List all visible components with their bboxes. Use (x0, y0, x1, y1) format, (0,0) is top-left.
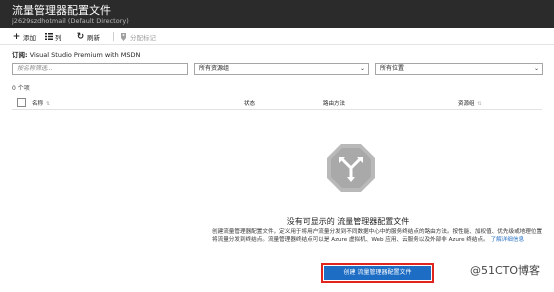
select-all-checkbox[interactable] (17, 98, 26, 107)
location-selected: 所有位置 (380, 65, 405, 72)
refresh-button[interactable]: ↻ 刷新 (76, 31, 100, 42)
refresh-button-label: 刷新 (87, 33, 100, 42)
page-title: 流量管理器配置文件 (12, 4, 111, 17)
chevron-down-icon: ⌄ (359, 65, 365, 72)
assign-tags-button-label: 分配标记 (130, 33, 156, 42)
subscription-value: Visual Studio Premium with MSDN (29, 51, 141, 59)
subscription-line: 订阅: Visual Studio Premium with MSDN (12, 49, 140, 59)
blade-header: 流量管理器配置文件 j2629szdhotmail (Default Direc… (0, 0, 554, 28)
resource-group-selected: 所有资源组 (199, 65, 230, 72)
item-count: 0 个项 (12, 85, 30, 92)
tag-icon (119, 32, 128, 41)
name-filter-input[interactable]: 按名称筛选... (12, 63, 188, 75)
empty-state-title: 没有可显示的 流量管理器配置文件 (286, 217, 410, 226)
location-dropdown[interactable]: 所有位置 ⌄ (375, 63, 543, 75)
name-filter-placeholder: 按名称筛选... (17, 65, 53, 72)
chevron-down-icon: ⌄ (533, 65, 539, 72)
traffic-manager-icon (327, 144, 375, 192)
subscription-label: 订阅: (12, 51, 28, 59)
toolbar-divider (113, 32, 114, 41)
command-bar: + 添加 列 ↻ 刷新 分配标记 (0, 28, 554, 45)
columns-button[interactable]: 列 (44, 31, 62, 42)
column-header-routing-method[interactable]: 路由方法 (323, 99, 345, 107)
column-header-name-label: 名称 (32, 101, 44, 107)
table-header: 名称 ⇅ 状态 路由方法 资源组 ⇅ (12, 94, 542, 110)
column-header-status-label: 状态 (244, 101, 256, 107)
assign-tags-button[interactable]: 分配标记 (119, 31, 156, 42)
column-header-resource-group-label: 资源组 (458, 101, 475, 107)
column-header-status[interactable]: 状态 (244, 99, 255, 107)
create-profile-button[interactable]: 创建 流量管理器配置文件 (324, 266, 431, 280)
watermark: @51CTO博客 (470, 264, 541, 277)
columns-icon (44, 32, 53, 41)
columns-button-label: 列 (55, 33, 62, 42)
sort-icon: ⇅ (477, 101, 482, 107)
empty-state-description: 创建流量管理器配置文件，定义用于将用户流量分发到不同数据中心中的服务终结点的路由… (212, 228, 544, 244)
directory-subtitle: j2629szdhotmail (Default Directory) (12, 17, 129, 25)
add-button[interactable]: + 添加 (12, 31, 36, 42)
refresh-icon: ↻ (76, 31, 85, 42)
plus-icon: + (12, 31, 21, 42)
learn-more-link[interactable]: 了解详细信息 (490, 237, 524, 243)
add-button-label: 添加 (23, 33, 36, 42)
column-header-resource-group[interactable]: 资源组 ⇅ (458, 99, 482, 107)
column-header-routing-method-label: 路由方法 (323, 101, 346, 107)
resource-group-dropdown[interactable]: 所有资源组 ⌄ (194, 63, 369, 75)
column-header-name[interactable]: 名称 ⇅ (32, 99, 50, 107)
sort-icon: ⇅ (46, 101, 51, 107)
